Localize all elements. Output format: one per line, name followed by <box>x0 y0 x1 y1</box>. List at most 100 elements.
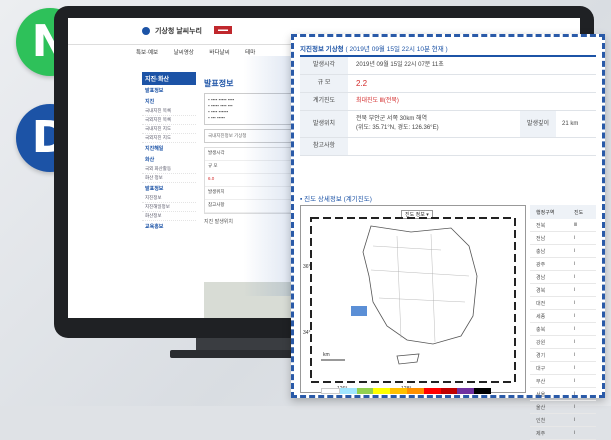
region-cell: 부산 <box>536 379 546 385</box>
legend-swatch <box>474 388 491 394</box>
legend-swatch <box>406 388 424 394</box>
left-menu-title: 지진·화산 <box>142 72 196 85</box>
table-row: 경북 Ⅰ <box>530 284 596 297</box>
korea-outline <box>362 225 478 345</box>
intensity-cell: Ⅲ <box>574 222 578 228</box>
table-row: 강원 Ⅰ <box>530 336 596 349</box>
table-row: 경남 Ⅰ <box>530 271 596 284</box>
panel-header: 지진정보 기상청 ( 2019년 09월 15일 22시 10분 현재 ) <box>300 43 448 53</box>
table-row: 인천 Ⅰ <box>530 414 596 427</box>
intensity-cell: Ⅰ <box>574 248 576 254</box>
row-value: 전북 부안군 서쪽 30km 해역 (위도: 35.71°N, 경도: 126.… <box>356 115 439 133</box>
intensity-cell: Ⅰ <box>574 404 576 410</box>
table-row: 발생시각 2019년 09월 15일 22시 07분 11초 <box>300 57 596 75</box>
table-row: 발생위치 전북 부안군 서쪽 30km 해역 (위도: 35.71°N, 경도:… <box>300 111 596 138</box>
intensity-table-header: 행정구역 진도 <box>530 205 596 219</box>
region-cell: 강원 <box>536 340 546 346</box>
region-cell: 대전 <box>536 301 546 307</box>
table-row: 경기 Ⅰ <box>530 349 596 362</box>
table-row: 전남 Ⅰ <box>530 232 596 245</box>
region-cell: 충북 <box>536 327 546 333</box>
intensity-cell: Ⅰ <box>574 430 576 436</box>
region-cell: 울산 <box>536 405 546 411</box>
epicenter-marker <box>351 306 367 316</box>
region-cell: 경남 <box>536 275 546 281</box>
intensity-cell: Ⅰ <box>574 326 576 332</box>
left-menu-item[interactable]: 지진해일 <box>142 143 196 154</box>
left-menu: 지진·화산 발표정보 지진 국내지진 목록 국외지진 목록 국내지진 지도 국외… <box>142 72 196 232</box>
site-header-button[interactable]: ▬▬ <box>214 26 232 34</box>
table-row: 규 모 2.2 <box>300 75 596 93</box>
left-menu-item[interactable]: 국외지진 지도 <box>142 134 196 143</box>
intensity-cell: Ⅰ <box>574 378 576 384</box>
table-row: 광주 Ⅰ <box>530 258 596 271</box>
region-cell: 인천 <box>536 418 546 424</box>
nav-item[interactable]: 바다날씨 <box>209 50 229 56</box>
legend-swatch <box>457 388 475 394</box>
left-menu-item[interactable]: 지진해일정보 <box>142 203 196 212</box>
region-cell: 서울 <box>536 392 546 398</box>
nav-item[interactable]: 날씨영상 <box>174 50 194 56</box>
left-menu-item[interactable]: 지진 <box>142 96 196 107</box>
section-title: ▪ 진도 상세정보 (계기진도) <box>300 193 372 203</box>
row-key: 규 모 <box>300 75 348 92</box>
intensity-legend <box>321 388 491 394</box>
jeju-outline <box>396 353 420 365</box>
region-cell: 대구 <box>536 366 546 372</box>
header-cell: 행정구역 <box>536 210 555 216</box>
earthquake-info-table: 발생시각 2019년 09월 15일 22시 07분 11초 규 모 2.2 계… <box>300 55 596 156</box>
table-row: 계기진도 최대진도 Ⅲ(전북) <box>300 93 596 111</box>
row-key: 발생위치 <box>300 111 348 137</box>
intensity-cell: Ⅰ <box>574 352 576 358</box>
intensity-cell: Ⅰ <box>574 391 576 397</box>
kma-logo-icon <box>142 27 150 36</box>
nav-item[interactable]: 특보·예보 <box>136 50 158 56</box>
intensity-cell: Ⅰ <box>574 365 576 371</box>
depth-key: 발생깊이 <box>520 111 556 137</box>
table-row: 충남 Ⅰ <box>530 245 596 258</box>
left-menu-item[interactable]: 발표정보 <box>142 85 196 96</box>
region-cell: 경북 <box>536 288 546 294</box>
left-menu-item[interactable]: 국외 화산활동 <box>142 165 196 174</box>
legend-swatch <box>339 388 357 394</box>
left-menu-item[interactable]: 교육홍보 <box>142 221 196 232</box>
left-menu-item[interactable]: 국외지진 목록 <box>142 116 196 125</box>
panel-header-title: 지진정보 기상청 <box>300 46 344 53</box>
site-logo[interactable]: 기상청 날씨누리 <box>142 26 202 36</box>
left-menu-item[interactable]: 지진정보 <box>142 194 196 203</box>
legend-swatch <box>423 388 441 394</box>
depth-value: 21 km <box>562 121 579 127</box>
intensity-rows: 전북 Ⅲ 전남 Ⅰ 충남 Ⅰ 광주 Ⅰ 경남 Ⅰ 경북 Ⅰ 대전 Ⅰ 세종 Ⅰ 충북 Ⅰ 강원 Ⅰ 경기 Ⅰ 대구 Ⅰ 부산 Ⅰ 서… <box>530 219 596 440</box>
left-menu-item[interactable]: 발표정보 <box>142 183 196 194</box>
table-row: 서울 Ⅰ <box>530 388 596 401</box>
location-text: 전북 부안군 서쪽 30km 해역 <box>356 116 428 122</box>
region-cell: 경기 <box>536 353 546 359</box>
intensity-table: 행정구역 진도 전북 Ⅲ 전남 Ⅰ 충남 Ⅰ 광주 Ⅰ 경남 Ⅰ 경북 Ⅰ 대전 Ⅰ 세종 Ⅰ 충북 Ⅰ 강원 Ⅰ 경기… <box>530 205 596 440</box>
region-cell: 전북 <box>536 223 546 229</box>
intensity-value: 최대진도 Ⅲ(전북) <box>356 98 399 104</box>
region-cell: 충남 <box>536 249 546 255</box>
intensity-cell: Ⅰ <box>574 339 576 345</box>
table-row: 참고사항 <box>300 138 596 156</box>
korea-map-svg: 36° 34° 126° 128° km <box>303 217 516 392</box>
legend-swatch <box>440 388 458 394</box>
left-menu-item[interactable]: 화산 <box>142 154 196 165</box>
left-menu-item[interactable]: 국내지진 지도 <box>142 125 196 134</box>
row-key: 계기진도 <box>300 93 348 110</box>
table-row: 제주 Ⅰ <box>530 427 596 440</box>
legend-swatch <box>356 388 374 394</box>
header-cell: 진도 <box>574 210 584 216</box>
table-row: 전북 Ⅲ <box>530 219 596 232</box>
intensity-map: 진도 정보 ▾ 36° 34° 126° 128° km <box>300 205 526 394</box>
table-row: 충북 Ⅰ <box>530 323 596 336</box>
left-menu-item[interactable]: 국내지진 목록 <box>142 107 196 116</box>
earthquake-info-panel: 지진정보 기상청 ( 2019년 09월 15일 22시 10분 현재 ) 발생… <box>291 34 605 440</box>
section-title-text: 진도 상세정보 (계기진도) <box>304 196 372 203</box>
row-key: 참고사항 <box>300 138 348 155</box>
region-cell: 제주 <box>536 431 546 437</box>
left-menu-item[interactable]: 화산정보 <box>142 212 196 221</box>
left-menu-item[interactable]: 화산 정보 <box>142 174 196 183</box>
row-key: 발생시각 <box>300 57 348 74</box>
lat-label: 36° <box>303 264 311 270</box>
table-row: 울산 Ⅰ <box>530 401 596 414</box>
